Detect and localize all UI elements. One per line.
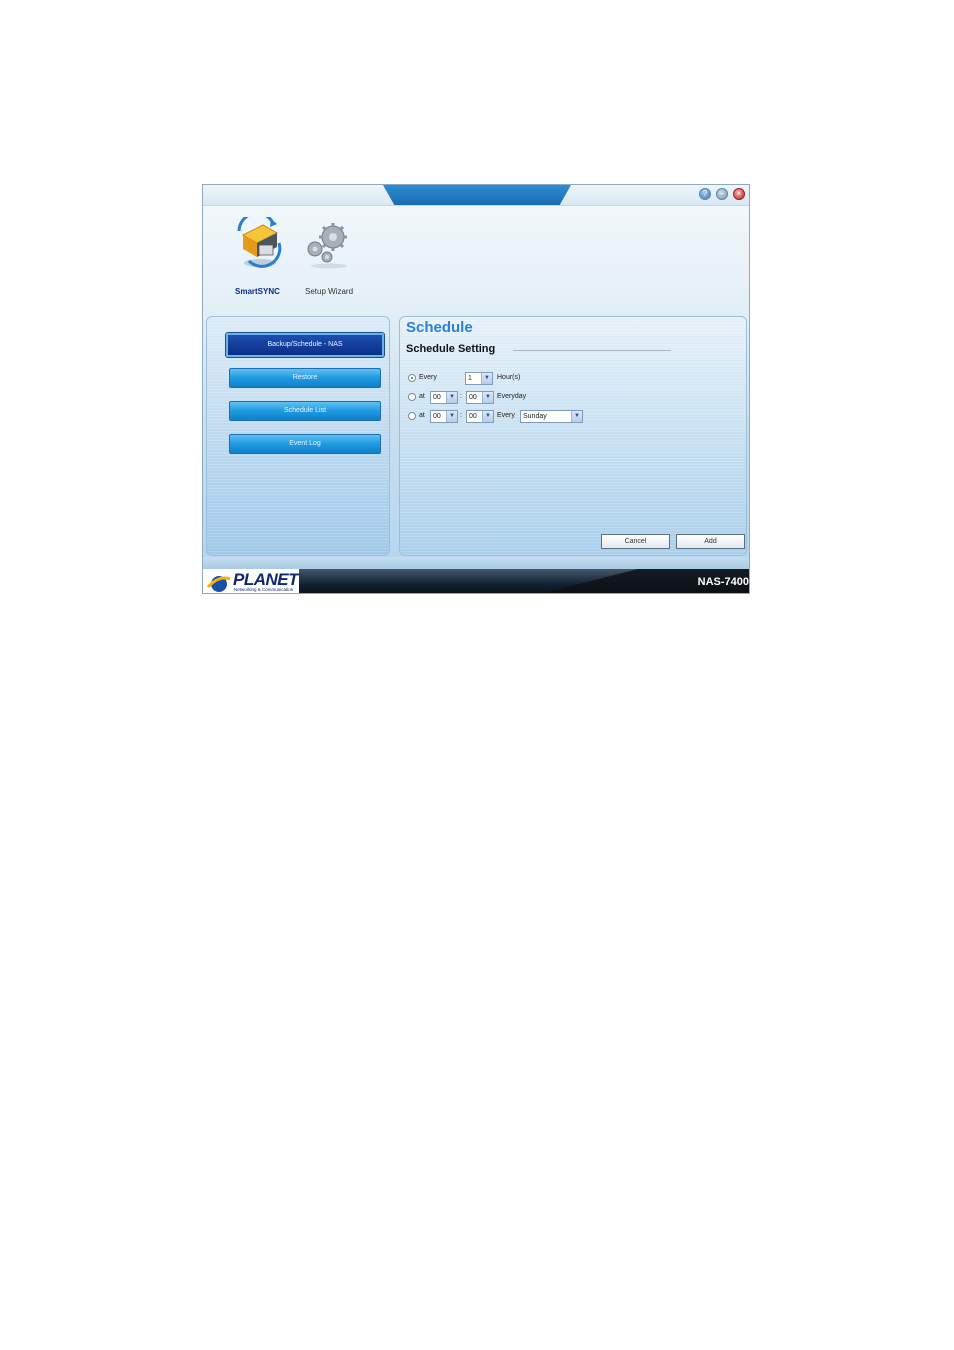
sidebar-item-backup-schedule[interactable]: Backup/Schedule - NAS xyxy=(226,333,384,357)
daily-hour-select[interactable]: 00 ▼ xyxy=(430,391,458,404)
smartsync-app[interactable]: SmartSYNC xyxy=(233,211,285,296)
section-heading: Schedule Setting xyxy=(406,343,496,355)
close-icon[interactable]: × xyxy=(733,188,745,200)
smartsync-icon xyxy=(237,211,282,268)
gears-icon xyxy=(307,223,347,269)
daily-time-radio[interactable] xyxy=(408,393,416,401)
hours-interval-select[interactable]: 1 ▼ xyxy=(465,372,493,385)
footer-bar: PLANET Networking & Communication NAS-74… xyxy=(203,569,749,593)
minimize-icon[interactable]: – xyxy=(716,188,728,200)
hours-interval-value: 1 xyxy=(468,375,472,382)
every-label: Every xyxy=(419,374,437,381)
add-button[interactable]: Add xyxy=(676,534,745,549)
weekly-hour-value: 00 xyxy=(433,413,441,420)
weekday-select[interactable]: Sunday ▼ xyxy=(520,410,583,423)
cancel-button[interactable]: Cancel xyxy=(601,534,670,549)
brand-tagline: Networking & Communication xyxy=(234,587,294,592)
model-name: NAS-7400 xyxy=(697,576,749,588)
sidebar-item-schedule-list[interactable]: Schedule List xyxy=(229,401,381,421)
weekly-minute-value: 00 xyxy=(469,413,477,420)
section-divider xyxy=(513,350,671,351)
title-tab xyxy=(383,185,571,205)
at-label: at xyxy=(419,393,425,400)
chevron-down-icon: ▼ xyxy=(481,373,492,384)
weekly-minute-select[interactable]: 00 ▼ xyxy=(466,410,494,423)
planet-logo-icon xyxy=(207,576,231,592)
sidebar: Backup/Schedule - NAS Restore Schedule L… xyxy=(206,316,390,556)
app-window: ? – × SmartSYNC Setup Wizard Backup/Sche… xyxy=(202,184,750,594)
bottom-strip xyxy=(203,557,749,569)
sidebar-item-event-log[interactable]: Event Log xyxy=(229,434,381,454)
page-title: Schedule xyxy=(406,319,473,336)
everyday-label: Everyday xyxy=(497,393,527,400)
every-hours-radio[interactable] xyxy=(408,374,416,382)
question-icon[interactable]: ? xyxy=(699,188,711,200)
every-day-label: Every xyxy=(497,412,515,419)
daily-minute-value: 00 xyxy=(469,394,477,401)
sidebar-item-restore[interactable]: Restore xyxy=(229,368,381,388)
setup-wizard-label: Setup Wizard xyxy=(305,287,354,296)
time-separator: : xyxy=(460,393,462,400)
title-bar[interactable]: ? – × xyxy=(203,185,749,206)
weekly-time-radio[interactable] xyxy=(408,412,416,420)
chevron-down-icon: ▼ xyxy=(571,411,582,422)
weekly-hour-select[interactable]: 00 ▼ xyxy=(430,410,458,423)
chevron-down-icon: ▼ xyxy=(482,411,493,422)
planet-logo: PLANET Networking & Communication xyxy=(203,569,299,593)
chevron-down-icon: ▼ xyxy=(446,392,457,403)
chevron-down-icon: ▼ xyxy=(446,411,457,422)
smartsync-label: SmartSYNC xyxy=(235,287,280,296)
setup-wizard-app[interactable]: Setup Wizard xyxy=(301,217,361,296)
footer-sheen xyxy=(298,569,638,593)
at-label: at xyxy=(419,412,425,419)
daily-hour-value: 00 xyxy=(433,394,441,401)
daily-minute-select[interactable]: 00 ▼ xyxy=(466,391,494,404)
hours-label: Hour(s) xyxy=(497,374,521,381)
chevron-down-icon: ▼ xyxy=(482,392,493,403)
weekday-value: Sunday xyxy=(523,413,547,420)
time-separator: : xyxy=(460,412,462,419)
